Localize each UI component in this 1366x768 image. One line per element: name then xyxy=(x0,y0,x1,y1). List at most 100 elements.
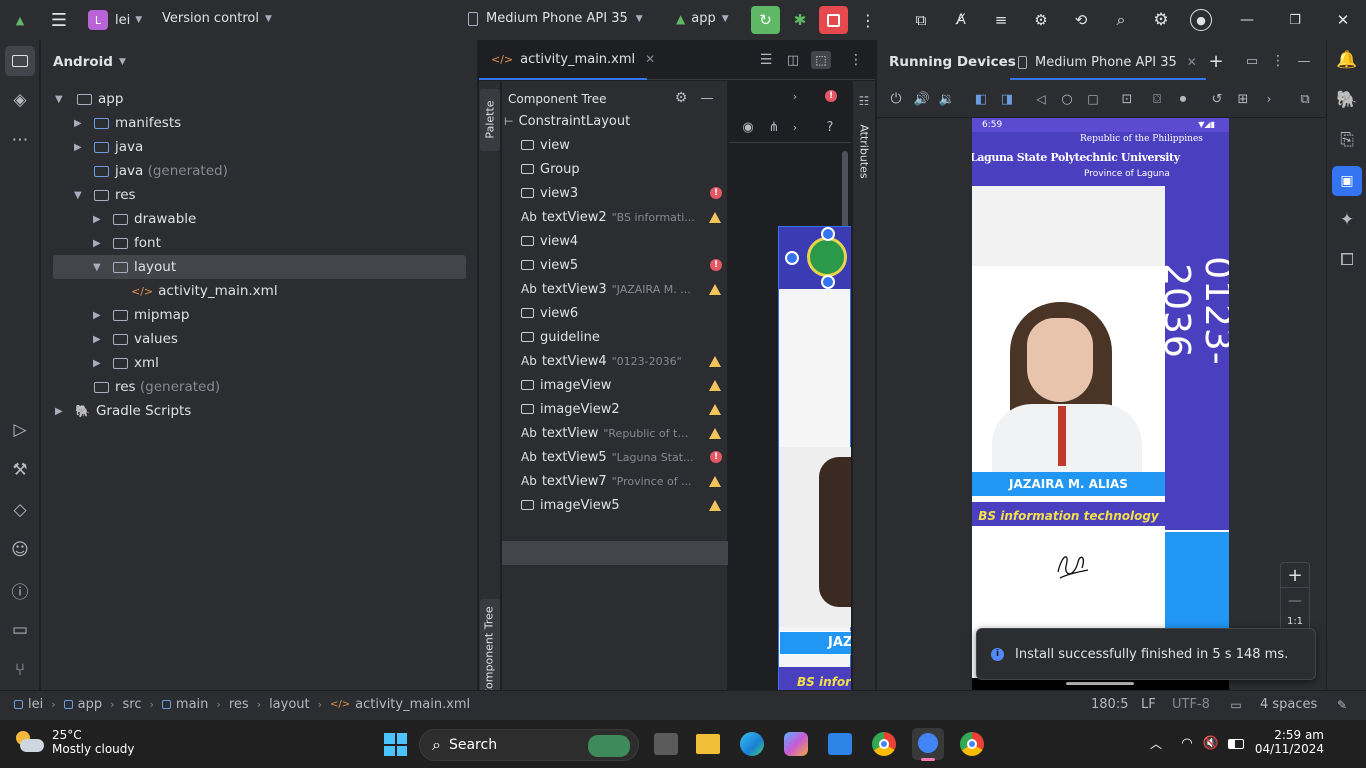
start-button[interactable] xyxy=(384,733,407,756)
close-window-icon[interactable]: ✕ xyxy=(1332,10,1354,30)
component-row-guideline[interactable]: guideline xyxy=(521,325,731,349)
run-config-selector[interactable]: ▲ app ▼ xyxy=(676,11,729,26)
component-row-textview2[interactable]: Ab textView2 "BS informati... xyxy=(521,205,731,229)
vcs-selector[interactable]: Version control ▼ xyxy=(162,11,272,26)
camera-icon[interactable]: ⌼ xyxy=(1148,90,1166,108)
taskbar-search[interactable]: ⌕ Search xyxy=(419,729,639,761)
reset-icon[interactable]: ↺ xyxy=(1208,90,1226,108)
sync-icon[interactable]: ⟲ xyxy=(1070,10,1092,30)
battery-icon[interactable] xyxy=(1228,739,1244,749)
component-row-constraintlayout[interactable]: ⊢ ConstraintLayout xyxy=(504,109,714,133)
component-row-view5[interactable]: view5! xyxy=(521,253,731,277)
mirror-icon[interactable]: ⧉ xyxy=(1296,90,1314,108)
gradle-elephant-icon[interactable]: 🐘 xyxy=(1336,90,1357,110)
tree-item-values[interactable]: ▶ values xyxy=(93,327,178,351)
cursor-position[interactable]: 180:5 xyxy=(1091,697,1128,712)
tab-activity-main[interactable]: </> activity_main.xml ✕ xyxy=(479,40,655,80)
translate-icon[interactable]: A̸ xyxy=(950,10,972,30)
tree-item-gradle-scripts[interactable]: ▶ 🐘 Gradle Scripts xyxy=(55,399,191,423)
volume-muted-icon[interactable]: 🔇 xyxy=(1202,734,1220,752)
component-row-textview4[interactable]: Ab textView4 "0123-2036" xyxy=(521,349,731,373)
search-icon[interactable]: ⌕ xyxy=(1110,10,1132,30)
attributes-icon[interactable]: ☷ xyxy=(856,93,872,109)
edge-icon[interactable] xyxy=(740,732,764,756)
device-manager-icon[interactable]: ⧉ xyxy=(910,10,932,30)
settings-gear-icon[interactable]: ⚙ xyxy=(673,90,689,106)
warning-icon[interactable] xyxy=(709,355,721,367)
component-row-view3[interactable]: view3! xyxy=(521,181,731,205)
store-icon[interactable] xyxy=(828,733,852,755)
attributes-label[interactable]: Attributes xyxy=(858,119,871,185)
warning-icon[interactable] xyxy=(709,499,721,511)
component-row-imageview2[interactable]: imageView2 xyxy=(521,397,731,421)
breadcrumb-item[interactable]: res xyxy=(229,697,249,712)
warning-icon[interactable] xyxy=(709,427,721,439)
warning-icon[interactable] xyxy=(709,211,721,223)
tree-item-mipmap[interactable]: ▶ mipmap xyxy=(93,303,189,327)
minimize-panel-icon[interactable]: — xyxy=(1295,53,1313,69)
component-row-view[interactable]: view xyxy=(521,133,731,157)
device-mirror-icon[interactable]: ⧠ xyxy=(1337,250,1357,270)
tree-item-res[interactable]: ▼ res xyxy=(74,183,136,207)
task-view-icon[interactable] xyxy=(654,733,678,755)
project-selector[interactable]: L lei ▼ xyxy=(88,10,142,30)
help-icon[interactable]: ? xyxy=(822,119,838,135)
tree-item-manifests[interactable]: ▶ manifests xyxy=(74,111,181,135)
debug-icon[interactable]: ✱ xyxy=(789,10,811,30)
component-row-textview7[interactable]: Ab textView7 "Province of ... xyxy=(521,469,731,493)
phone-screen[interactable]: 6:59 ▼◢▮ Republic of the Philippines Lag… xyxy=(972,118,1229,690)
warning-icon[interactable] xyxy=(709,283,721,295)
git-icon[interactable]: ⑂ xyxy=(10,660,30,680)
chevron-right-icon[interactable]: › xyxy=(1260,90,1278,108)
more-options-icon[interactable]: ⋮ xyxy=(1269,53,1287,69)
component-row-textview5[interactable]: Ab textView5 "Laguna Stat...! xyxy=(521,445,731,469)
project-tool-button[interactable] xyxy=(5,46,35,76)
preview-handle[interactable] xyxy=(821,275,835,289)
warning-icon[interactable] xyxy=(709,403,721,415)
volume-up-icon[interactable]: 🔊 xyxy=(913,90,931,108)
rerun-button[interactable]: ↻ xyxy=(751,6,780,34)
code-view-icon[interactable]: ☰ xyxy=(757,51,775,69)
window-layout-icon[interactable]: ▭ xyxy=(1243,53,1261,69)
breadcrumb-item[interactable]: app xyxy=(78,697,102,712)
zoom-in-icon[interactable]: + xyxy=(1280,562,1310,588)
warning-icon[interactable] xyxy=(709,379,721,391)
run-tool-icon[interactable]: ▷ xyxy=(10,420,30,440)
clock[interactable]: 2:59 am 04/11/2024 xyxy=(1254,728,1324,756)
line-separator[interactable]: LF xyxy=(1141,697,1156,712)
project-view-selector[interactable]: Android ▼ xyxy=(53,54,126,70)
snapshot-icon[interactable]: ⊞ xyxy=(1234,90,1252,108)
tree-item-java[interactable]: ▶ java xyxy=(74,135,143,159)
rotate-left-icon[interactable]: ◧ xyxy=(972,90,990,108)
breadcrumb-item[interactable]: layout xyxy=(269,697,310,712)
settings-gear-icon[interactable]: ⚙ xyxy=(1150,10,1172,30)
gemini-sparkle-icon[interactable]: ✦ xyxy=(1337,210,1357,230)
chrome-icon[interactable] xyxy=(872,732,896,756)
device-explorer-icon[interactable]: ⎘ xyxy=(1337,130,1357,150)
close-tab-icon[interactable]: ✕ xyxy=(645,52,655,66)
editor-config-icon[interactable]: ▭ xyxy=(1228,697,1244,713)
chevron-right-icon[interactable]: › xyxy=(787,119,803,135)
tree-item-res-generated[interactable]: res (generated) xyxy=(94,375,220,399)
logcat-icon[interactable]: ≡ xyxy=(990,10,1012,30)
split-view-icon[interactable]: ◫ xyxy=(784,51,802,69)
main-menu-icon[interactable]: ☰ xyxy=(48,10,70,31)
terminal-icon[interactable]: ▭ xyxy=(10,620,30,640)
component-row-imageview5[interactable]: imageView5 xyxy=(521,493,731,517)
zoom-actual-size[interactable]: 1:1 xyxy=(1280,614,1310,628)
component-row-textview3[interactable]: Ab textView3 "JAZAIRA M. ... xyxy=(521,277,731,301)
overview-icon[interactable]: □ xyxy=(1084,90,1102,108)
breadcrumb-item[interactable]: main xyxy=(176,697,208,712)
component-row-view6[interactable]: view6 xyxy=(521,301,731,325)
error-icon[interactable]: ! xyxy=(710,451,722,463)
blueprint-preview[interactable]: JAZ BS infor xyxy=(778,226,851,690)
volume-down-icon[interactable]: 🔉 xyxy=(938,90,956,108)
preview-handle[interactable] xyxy=(785,251,799,265)
component-row-textview[interactable]: Ab textView "Republic of th... xyxy=(521,421,731,445)
warning-icon[interactable] xyxy=(709,475,721,487)
more-options-icon[interactable]: ⋮ xyxy=(847,51,865,69)
gem-icon[interactable]: ◇ xyxy=(10,500,30,520)
error-icon[interactable]: ! xyxy=(710,187,722,199)
sdk-manager-icon[interactable]: ⚙ xyxy=(1030,10,1052,30)
chevron-up-icon[interactable]: ︿ xyxy=(1148,734,1164,752)
